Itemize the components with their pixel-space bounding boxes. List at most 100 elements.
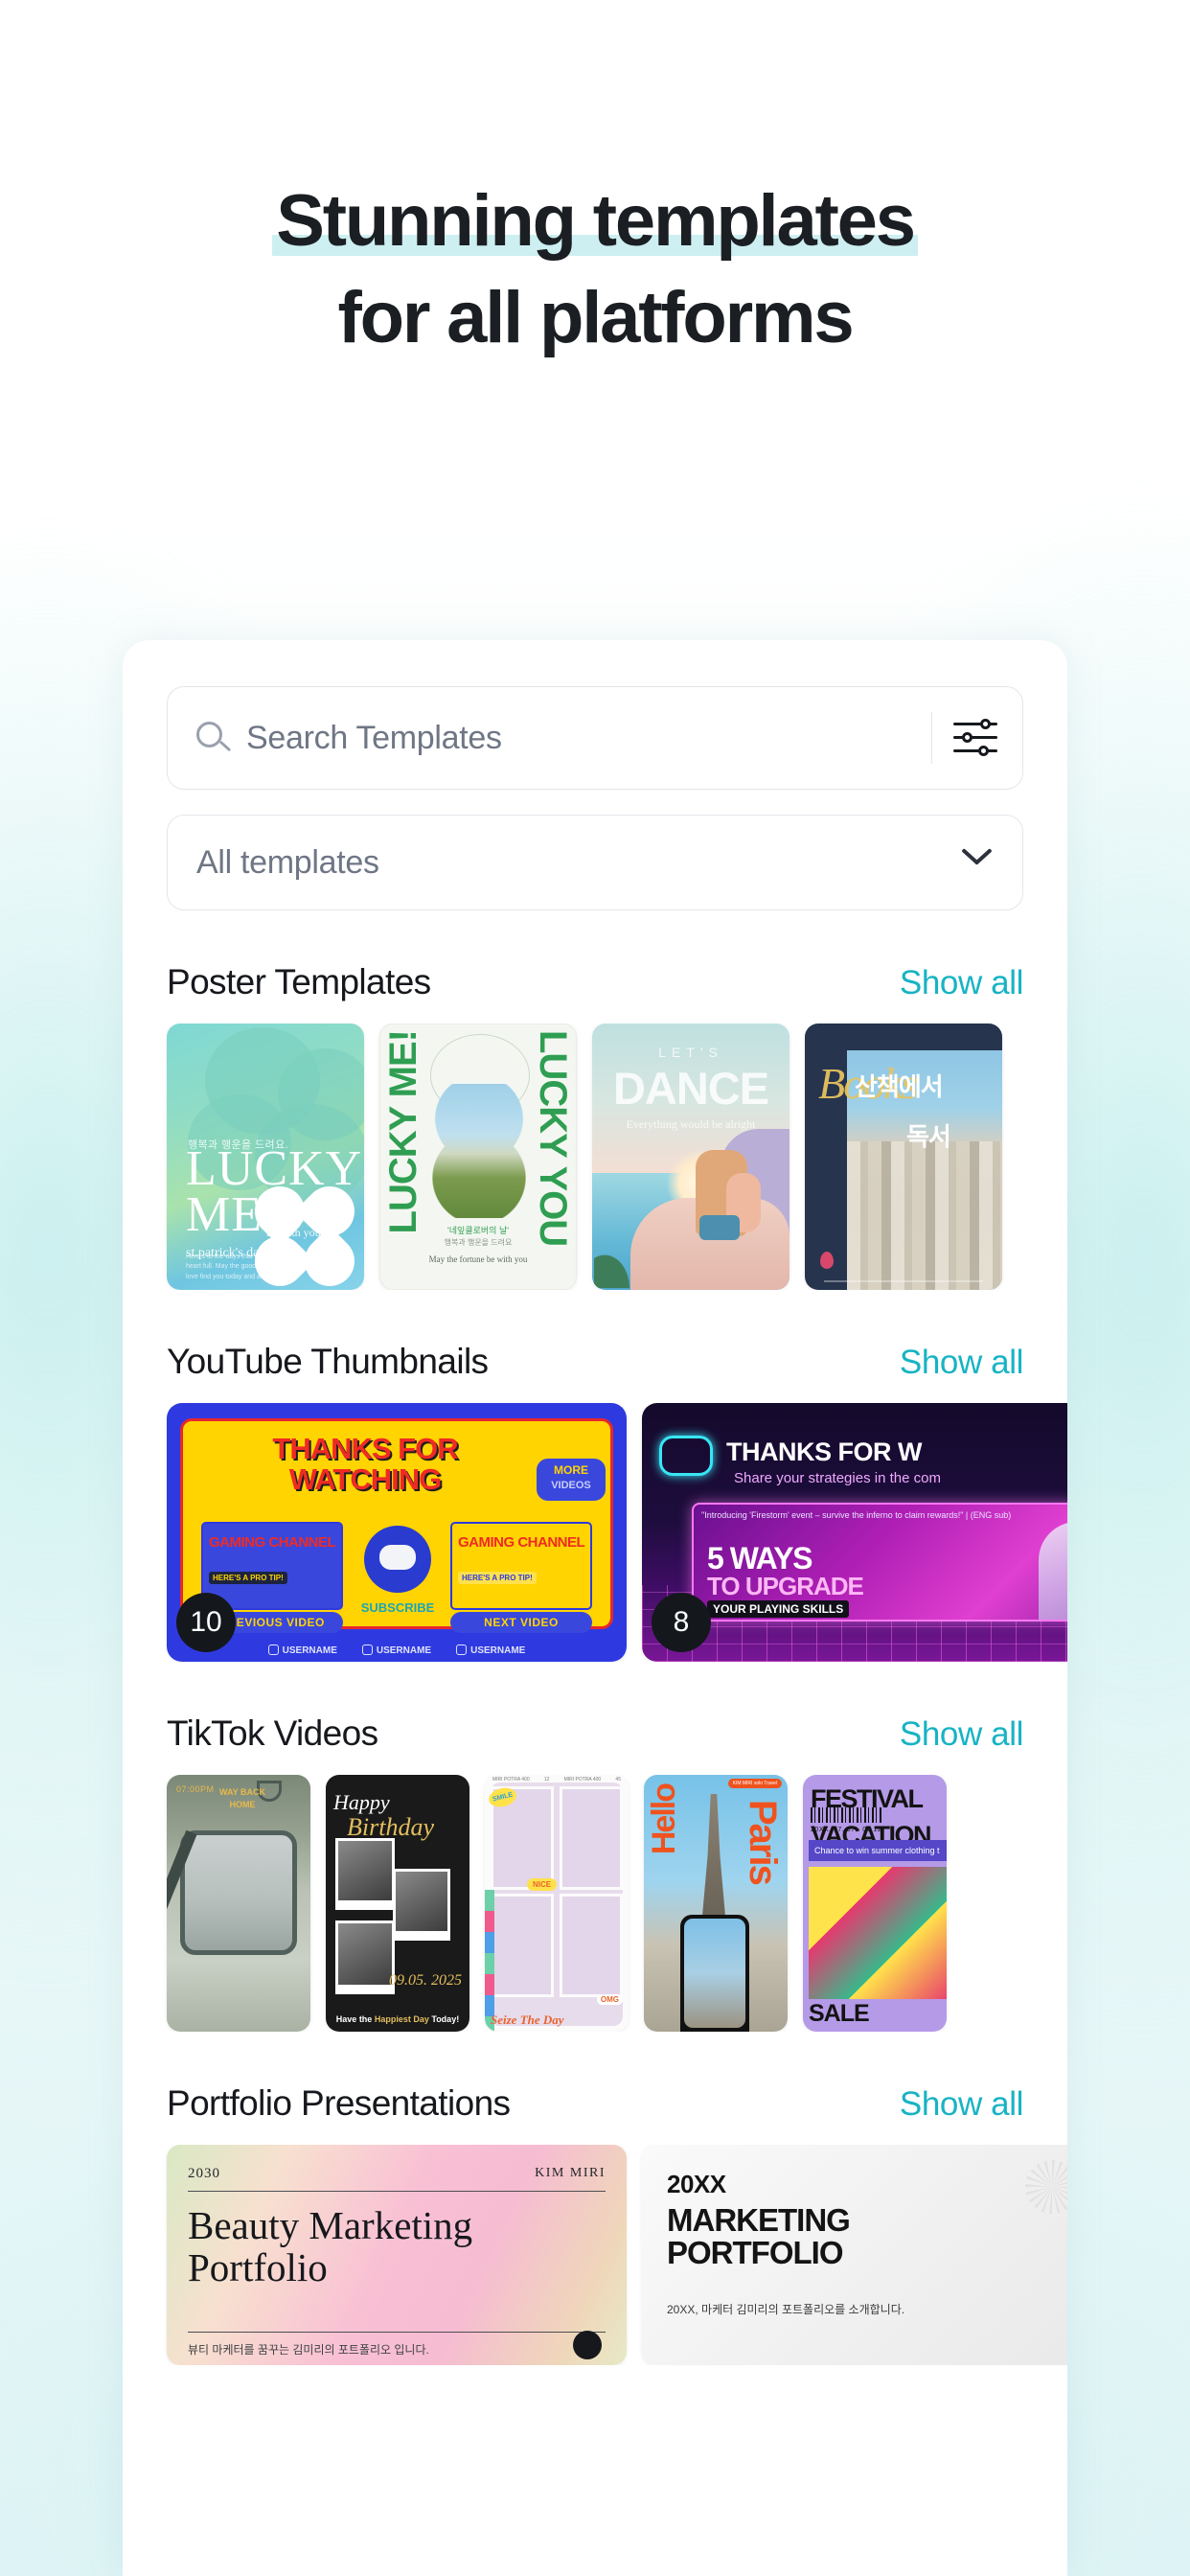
yt-card-left-title: GAMING CHANNEL bbox=[209, 1534, 336, 1551]
search-row: Search Templates bbox=[167, 686, 1023, 790]
yt-big-line-2: TO UPGRADE bbox=[707, 1572, 864, 1600]
poster-english-caption: May the fortune be with you bbox=[428, 1254, 528, 1265]
twitter-icon bbox=[456, 1644, 468, 1655]
template-card-way-back-home[interactable]: 07:00PM WAY BACK HOME bbox=[167, 1775, 310, 2032]
polaroid-photo bbox=[393, 1869, 450, 1941]
next-video-button: NEXT VIDEO bbox=[450, 1612, 592, 1633]
polaroid-photo bbox=[335, 1838, 395, 1910]
section-tiktok-videos: TikTok Videos Show all 07:00PM WAY BACK … bbox=[123, 1714, 1067, 2032]
search-divider bbox=[930, 712, 932, 764]
portfolio-year: 2030 bbox=[188, 2166, 220, 2181]
search-bar[interactable]: Search Templates bbox=[167, 686, 1023, 790]
bubble-line-1: MORE bbox=[554, 1463, 588, 1477]
headline-line-2: for all platforms bbox=[337, 277, 855, 359]
yt-subtitle: Share your strategies in the com bbox=[734, 1470, 941, 1486]
yt-title: THANKS FOR W bbox=[726, 1438, 922, 1466]
portfolio-title: MARKETING PORTFOLIO bbox=[667, 2202, 851, 2270]
template-category-select[interactable]: All templates bbox=[167, 815, 1023, 910]
template-card-books-walk[interactable]: Books 산책에서 독서 bbox=[805, 1024, 1002, 1290]
yt-title-line-1: THANKS FOR bbox=[272, 1432, 458, 1465]
poster-korean-caption: '네잎클로버의 날' bbox=[447, 1226, 509, 1235]
template-card-beauty-marketing[interactable]: 2030 KIM MIRI Beauty Marketing Portfolio … bbox=[167, 2145, 627, 2365]
section-header: Portfolio Presentations Show all bbox=[123, 2083, 1067, 2145]
yt-card-right-tip: HERE'S A PRO TIP! bbox=[458, 1572, 537, 1584]
phone-mockup bbox=[680, 1915, 749, 2032]
tiktok-title-line-1: Happy bbox=[333, 1790, 390, 1814]
tiktok-time: 07:00PM bbox=[176, 1784, 215, 1794]
section-portfolio-presentations: Portfolio Presentations Show all 2030 KI… bbox=[123, 2083, 1067, 2365]
template-card-happy-birthday[interactable]: Happy Birthday 09.05. 2025 Have the Happ… bbox=[326, 1775, 469, 2032]
polaroid-photo bbox=[335, 1920, 395, 1994]
sticker-nice: NICE bbox=[527, 1878, 558, 1891]
subscribe-label: SUBSCRIBE bbox=[360, 1600, 435, 1615]
show-all-link-tiktok[interactable]: Show all bbox=[900, 1715, 1023, 1754]
bubble-line-2: VIDEOS bbox=[551, 1480, 591, 1491]
search-input[interactable]: Search Templates bbox=[246, 720, 926, 757]
template-card-neon-gaming[interactable]: THANKS FOR W Share your strategies in th… bbox=[642, 1403, 1067, 1662]
portfolio-korean-sub: 20XX, 마케터 김미리의 포트폴리오를 소개합니다. bbox=[667, 2303, 905, 2316]
poster-vertical-left: LUCKY ME! bbox=[382, 1030, 424, 1234]
poster-photo bbox=[423, 1084, 536, 1218]
tiktok-vertical-right: Paris bbox=[742, 1800, 784, 1884]
poster-korean-line-2: 독서 bbox=[906, 1122, 951, 1151]
instagram-icon bbox=[267, 1644, 279, 1655]
template-card-photo-grid[interactable]: MIRI POTRA 400 12 MIRI POTRA 400 45 SMILE … bbox=[485, 1775, 629, 2032]
yt-card-right: GAMING CHANNEL HERE'S A PRO TIP! bbox=[450, 1522, 592, 1610]
yt-card-right-title: GAMING CHANNEL bbox=[458, 1534, 585, 1551]
tiktok-sale-label: SALE bbox=[809, 2000, 870, 2027]
tiktok-date: 09.05. 2025 bbox=[389, 1972, 462, 1990]
section-title: TikTok Videos bbox=[167, 1714, 378, 1753]
show-all-link-posters[interactable]: Show all bbox=[900, 964, 1023, 1002]
section-header: TikTok Videos Show all bbox=[123, 1714, 1067, 1775]
section-header: Poster Templates Show all bbox=[123, 962, 1067, 1024]
sliders-icon[interactable] bbox=[953, 716, 997, 760]
yt-big-line-3: YOUR PLAYING SKILLS bbox=[707, 1600, 850, 1618]
yt-title-line-2: WATCHING bbox=[288, 1462, 442, 1496]
tiktok-rail[interactable]: 07:00PM WAY BACK HOME Happy Birthday 09.… bbox=[123, 1775, 1067, 2032]
tiktok-tag: KIM MIRI solo Travel bbox=[727, 1779, 782, 1788]
sticker-omg: OMG bbox=[596, 1994, 623, 2005]
headline-line-1: Stunning templates bbox=[276, 180, 916, 262]
show-all-link-youtube[interactable]: Show all bbox=[900, 1344, 1023, 1382]
portfolio-korean-sub: 뷰티 마케터를 꿈꾸는 김미리의 포트폴리오 입니다. bbox=[188, 2343, 429, 2357]
tiktok-icon bbox=[361, 1644, 373, 1655]
template-card-lucky-you[interactable]: LUCKY ME! LUCKY YOU '네잎클로버의 날' 행복과 행운을 드… bbox=[379, 1024, 577, 1290]
template-card-lucky-me[interactable]: 행복과 행운을 드려요. LUCKYME! May the fortune be… bbox=[167, 1024, 364, 1290]
section-poster-templates: Poster Templates Show all 행복과 행운을 드려요. L… bbox=[123, 962, 1067, 1290]
app-window: Search Templates All templates Poster Te… bbox=[123, 640, 1067, 2576]
tiktok-footer: Seize The Day bbox=[491, 2012, 564, 2027]
grid-header: MIRI POTRA 400 12 MIRI POTRA 400 45 bbox=[492, 1777, 621, 1782]
search-icon bbox=[193, 718, 233, 758]
template-count-badge: 10 bbox=[176, 1593, 236, 1652]
portfolio-rail[interactable]: 2030 KIM MIRI Beauty Marketing Portfolio … bbox=[123, 2145, 1067, 2365]
portfolio-year: 20XX bbox=[667, 2170, 726, 2198]
poster-korean-line-1: 산책에서 bbox=[855, 1072, 944, 1101]
page-title: Stunning templates for all platforms bbox=[0, 0, 1190, 357]
social-handles: USERNAME USERNAME USERNAME bbox=[167, 1644, 627, 1656]
tiktok-caption: WAY BACK HOME bbox=[218, 1787, 265, 1809]
portfolio-title: Beauty Marketing Portfolio bbox=[188, 2203, 473, 2290]
template-card-thanks-for-watching[interactable]: THANKS FOR WATCHING MORE VIDEOS GAMING C… bbox=[167, 1403, 627, 1662]
tiktok-date-range: 20XX. 07. 07 - 07.12 bbox=[811, 1827, 882, 1833]
tiktok-banner: Chance to win summer clothing t bbox=[809, 1840, 947, 1861]
template-card-lets-dance[interactable]: LET'S DANCE Everything would be alright bbox=[592, 1024, 790, 1290]
poster-rail[interactable]: 행복과 행운을 드려요. LUCKYME! May the fortune be… bbox=[123, 1024, 1067, 1290]
sunburst-icon bbox=[1025, 2160, 1067, 2214]
template-card-hello-paris[interactable]: Hello Paris KIM MIRI solo Travel bbox=[644, 1775, 788, 2032]
section-title: Portfolio Presentations bbox=[167, 2083, 511, 2123]
neon-controller-icon bbox=[659, 1436, 713, 1476]
location-pin-icon bbox=[820, 1252, 834, 1269]
more-videos-bubble: MORE VIDEOS bbox=[537, 1459, 606, 1501]
section-header: YouTube Thumbnails Show all bbox=[123, 1342, 1067, 1403]
template-card-festival-vacation[interactable]: FESTIVAL VACATION 20XX. 07. 07 - 07.12 C… bbox=[803, 1775, 947, 2032]
show-all-link-portfolio[interactable]: Show all bbox=[900, 2085, 1023, 2124]
poster-title: DANCE bbox=[612, 1063, 769, 1114]
template-card-marketing-portfolio[interactable]: 20XX MARKETING PORTFOLIO 20XX, 마케터 김미리의 포… bbox=[642, 2145, 1067, 2365]
poster-eyebrow: LET'S bbox=[658, 1045, 723, 1060]
poster-korean-caption-2: 행복과 행운을 드려요 bbox=[444, 1238, 513, 1247]
yt-caption: "Introducing 'Firestorm' event – survive… bbox=[701, 1510, 1012, 1520]
youtube-rail[interactable]: THANKS FOR WATCHING MORE VIDEOS GAMING C… bbox=[123, 1403, 1067, 1662]
gamepad-icon bbox=[379, 1545, 416, 1570]
chevron-down-icon bbox=[961, 846, 994, 879]
template-count-badge: 8 bbox=[652, 1593, 711, 1652]
